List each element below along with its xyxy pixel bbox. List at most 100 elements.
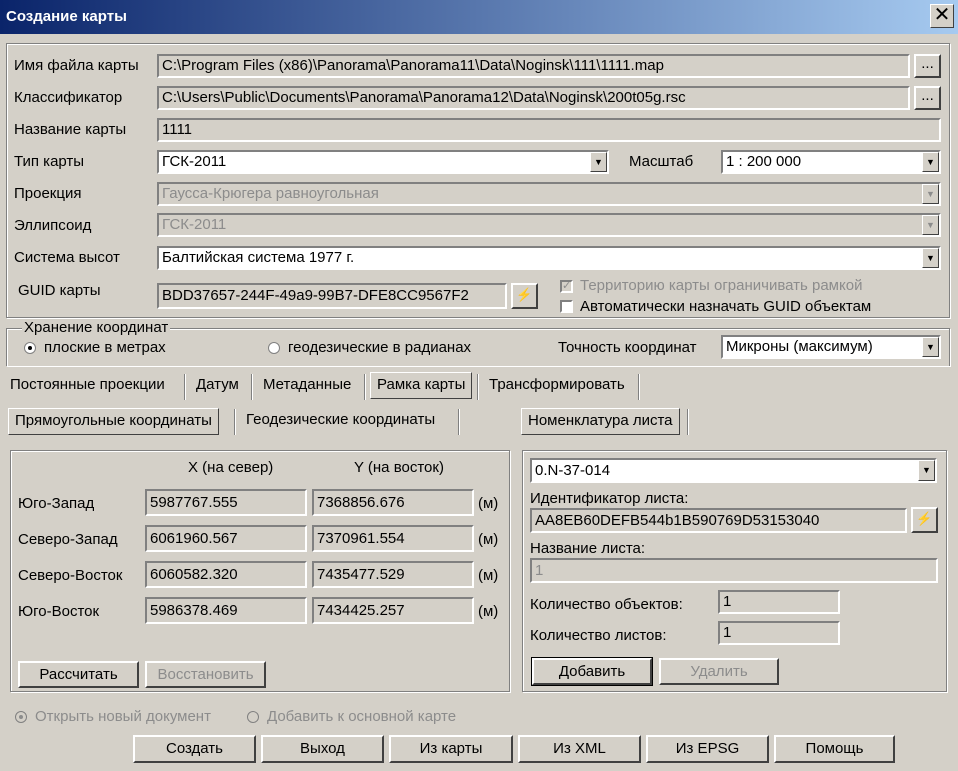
guid-field[interactable]: BDD37657-244F-49a9-99B7-DFE8CC9567F2 [157, 283, 507, 309]
sheets-count-field[interactable]: 1 [718, 621, 840, 645]
precision-value: Микроны (максимум) [726, 338, 873, 355]
tab-separator [477, 374, 479, 400]
height-system-label: Система высот [14, 249, 120, 266]
radio-radians-label: геодезические в радианах [288, 339, 472, 356]
from-map-button[interactable]: Из карты [389, 735, 513, 763]
delete-sheet-button[interactable]: Удалить [659, 658, 779, 685]
height-system-value: Балтийская система 1977 г. [162, 249, 355, 266]
from-epsg-button[interactable]: Из EPSG [646, 735, 769, 763]
unit-label: (м) [478, 567, 499, 584]
ellipsoid-select[interactable]: ГСК-2011 ▼ [157, 213, 941, 237]
restore-button[interactable]: Восстановить [145, 661, 266, 688]
chevron-down-icon[interactable]: ▼ [922, 152, 939, 172]
se-y-field[interactable]: 7434425.257 [312, 597, 474, 624]
objects-count-field[interactable]: 1 [718, 590, 840, 614]
coord-storage-title: Хранение координат [22, 319, 171, 336]
nw-y-field[interactable]: 7370961.554 [312, 525, 474, 552]
ne-x-field[interactable]: 6060582.320 [145, 561, 307, 588]
create-button[interactable]: Создать [133, 735, 256, 763]
chevron-down-icon: ▼ [922, 215, 939, 235]
map-name-label: Название карты [14, 121, 127, 138]
auto-guid-checkbox[interactable] [560, 300, 573, 313]
window-title: Создание карты [6, 8, 127, 25]
generate-guid-button[interactable]: ⚡ [511, 283, 538, 309]
tab-constant-projections[interactable]: Постоянные проекции [4, 375, 171, 399]
chevron-down-icon: ▼ [922, 184, 939, 204]
guid-label: GUID карты [18, 282, 101, 299]
sheet-name-field[interactable]: 1 [530, 558, 938, 583]
classifier-field[interactable]: C:\Users\Public\Documents\Panorama\Panor… [157, 86, 910, 110]
projection-value: Гаусса-Крюгера равноугольная [162, 185, 379, 202]
map-name-field[interactable]: 1111 [157, 118, 941, 142]
scale-value: 1 : 200 000 [726, 153, 802, 170]
from-xml-button[interactable]: Из XML [518, 735, 641, 763]
ne-y-field[interactable]: 7435477.529 [312, 561, 474, 588]
lightning-icon: ⚡ [916, 511, 933, 526]
auto-guid-label: Автоматически назначать GUID объектам [580, 298, 872, 315]
sheet-name-label: Название листа: [530, 540, 646, 557]
close-button[interactable]: ✕ [930, 4, 954, 28]
chevron-down-icon[interactable]: ▼ [922, 337, 939, 357]
chevron-down-icon[interactable]: ▼ [922, 248, 939, 268]
map-type-select[interactable]: ГСК-2011 ▼ [157, 150, 609, 174]
precision-label: Точность координат [558, 339, 697, 356]
title-bar: Создание карты ✕ [0, 0, 958, 34]
unit-label: (м) [478, 495, 499, 512]
calculate-button[interactable]: Рассчитать [18, 661, 139, 688]
corner-label-ne: Северо-Восток [18, 567, 123, 584]
tab-map-frame[interactable]: Рамка карты [370, 372, 473, 399]
sheet-id-label: Идентификатор листа: [530, 490, 689, 507]
tab-nomenclature[interactable]: Номенклатура листа [521, 408, 680, 435]
tab-metadata[interactable]: Метаданные [257, 375, 357, 399]
col-y-header: Y (на восток) [354, 459, 444, 476]
exit-button[interactable]: Выход [261, 735, 384, 763]
sw-y-field[interactable]: 7368856.676 [312, 489, 474, 516]
tab-datum[interactable]: Датум [190, 375, 245, 399]
corner-label-nw: Северо-Запад [18, 531, 118, 548]
tab-separator [364, 374, 366, 400]
radio-add-to-main-map[interactable] [247, 711, 259, 723]
objects-count-label: Количество объектов: [530, 596, 683, 613]
corner-label-se: Юго-Восток [18, 603, 100, 620]
unit-label: (м) [478, 531, 499, 548]
create-map-dialog: Создание карты ✕ Имя файла карты C:\Prog… [0, 0, 958, 771]
radio-meters[interactable] [24, 342, 36, 354]
help-button[interactable]: Помощь [774, 735, 895, 763]
tab-transform[interactable]: Трансформировать [483, 375, 631, 399]
chevron-down-icon[interactable]: ▼ [918, 460, 935, 481]
se-x-field[interactable]: 5986378.469 [145, 597, 307, 624]
filename-label: Имя файла карты [14, 57, 139, 74]
sheet-id-field[interactable]: AA8EB60DEFB544b1B590769D53153040 [530, 508, 907, 533]
projection-select[interactable]: Гаусса-Крюгера равноугольная ▼ [157, 182, 941, 206]
height-system-select[interactable]: Балтийская система 1977 г. ▼ [157, 246, 941, 270]
nw-x-field[interactable]: 6061960.567 [145, 525, 307, 552]
lightning-icon: ⚡ [516, 287, 533, 302]
radio-radians[interactable] [268, 342, 280, 354]
classifier-label: Классификатор [14, 89, 123, 106]
precision-select[interactable]: Микроны (максимум) ▼ [721, 335, 941, 359]
tab-separator [234, 409, 236, 435]
browse-classifier-button[interactable]: ... [914, 86, 941, 110]
generate-sheet-id-button[interactable]: ⚡ [911, 507, 938, 533]
limit-frame-label: Территорию карты ограничивать рамкой [580, 277, 863, 294]
add-sheet-button[interactable]: Добавить [531, 657, 653, 686]
corner-label-sw: Юго-Запад [18, 495, 95, 512]
ellipsoid-label: Эллипсоид [14, 217, 92, 234]
radio-new-document[interactable] [15, 711, 27, 723]
browse-filename-button[interactable]: ... [914, 54, 941, 78]
scale-select[interactable]: 1 : 200 000 ▼ [721, 150, 941, 174]
radio-add-to-main-map-label: Добавить к основной карте [267, 708, 457, 725]
limit-frame-checkbox[interactable]: ✓ [560, 280, 573, 293]
sw-x-field[interactable]: 5987767.555 [145, 489, 307, 516]
chevron-down-icon[interactable]: ▼ [590, 152, 607, 172]
nomenclature-select[interactable]: 0.N-37-014 ▼ [530, 458, 937, 483]
scale-label: Масштаб [629, 153, 694, 170]
tab-separator [638, 374, 640, 400]
subtab-rectangular[interactable]: Прямоугольные координаты [8, 408, 219, 435]
col-x-header: X (на север) [188, 459, 274, 476]
radio-meters-label: плоские в метрах [44, 339, 166, 356]
filename-field[interactable]: C:\Program Files (x86)\Panorama\Panorama… [157, 54, 910, 78]
subtab-geodetic[interactable]: Геодезические координаты [240, 410, 441, 434]
tab-separator [687, 409, 689, 435]
unit-label: (м) [478, 603, 499, 620]
